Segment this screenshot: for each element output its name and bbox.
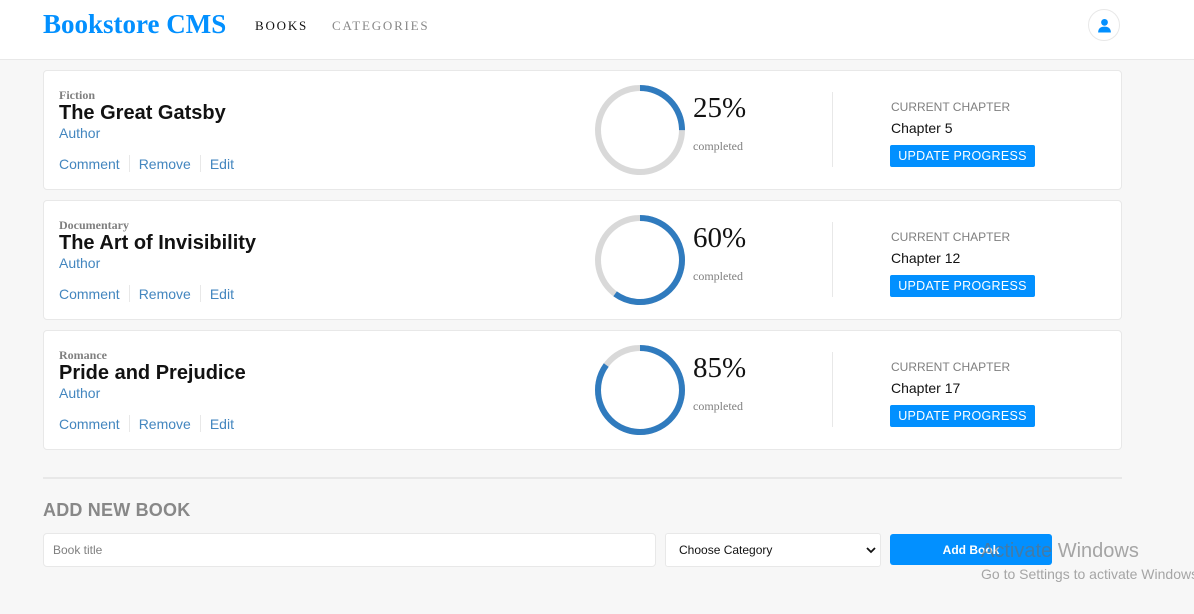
comment-button[interactable]: Comment (59, 416, 120, 432)
progress-percent: 85% (693, 352, 747, 384)
current-chapter-value: Chapter 17 (891, 380, 961, 396)
book-actions: Comment Remove Edit (59, 415, 234, 432)
category-select-value: Choose Category (679, 543, 773, 557)
book-card-pride-and-prejudice: Romance Pride and Prejudice Author Comme… (43, 330, 1122, 450)
book-actions: Comment Remove Edit (59, 155, 234, 172)
comment-button[interactable]: Comment (59, 286, 120, 302)
book-title: The Art of Invisibility (59, 232, 257, 254)
current-chapter-label: CURRENT CHAPTER (891, 100, 1011, 114)
book-title-input[interactable] (43, 533, 656, 567)
progress-completed-label: completed (693, 139, 743, 153)
remove-button[interactable]: Remove (139, 416, 191, 432)
book-category: Fiction (59, 88, 95, 102)
vertical-divider (832, 352, 833, 427)
book-author[interactable]: Author (59, 255, 100, 271)
app-logo[interactable]: Bookstore CMS (43, 9, 226, 40)
progress-ring (595, 345, 685, 435)
user-profile-button[interactable] (1088, 9, 1120, 41)
top-navbar: Bookstore CMS BOOKS CATEGORIES (0, 0, 1194, 60)
book-title: Pride and Prejudice (59, 362, 246, 384)
book-actions: Comment Remove Edit (59, 285, 234, 302)
book-title: The Great Gatsby (59, 102, 226, 124)
book-category: Romance (59, 348, 107, 362)
current-chapter-label: CURRENT CHAPTER (891, 360, 1011, 374)
remove-button[interactable]: Remove (139, 286, 191, 302)
book-category: Documentary (59, 218, 129, 232)
nav-link-books[interactable]: BOOKS (255, 18, 308, 34)
edit-button[interactable]: Edit (210, 156, 234, 172)
activate-windows-watermark: Activate Windows (981, 540, 1139, 562)
action-divider (128, 415, 130, 432)
user-icon (1098, 18, 1111, 33)
chevron-down-icon (866, 547, 876, 554)
remove-button[interactable]: Remove (139, 156, 191, 172)
progress-ring (595, 85, 685, 175)
section-divider (43, 477, 1122, 479)
current-chapter-label: CURRENT CHAPTER (891, 230, 1011, 244)
action-divider (128, 285, 130, 302)
edit-button[interactable]: Edit (210, 286, 234, 302)
vertical-divider (832, 222, 833, 297)
category-select[interactable]: Choose Category (665, 533, 881, 567)
progress-percent: 25% (693, 92, 747, 124)
progress-completed-label: completed (693, 399, 743, 413)
add-book-heading: ADD NEW BOOK (43, 500, 191, 520)
book-author[interactable]: Author (59, 385, 100, 401)
book-author[interactable]: Author (59, 125, 100, 141)
update-progress-button[interactable]: UPDATE PROGRESS (890, 145, 1035, 167)
activate-windows-hint: Go to Settings to activate Windows. (981, 566, 1194, 582)
current-chapter-value: Chapter 5 (891, 120, 953, 136)
update-progress-button[interactable]: UPDATE PROGRESS (890, 405, 1035, 427)
action-divider (199, 155, 201, 172)
nav-link-categories[interactable]: CATEGORIES (332, 18, 429, 34)
edit-button[interactable]: Edit (210, 416, 234, 432)
book-card-art-of-invisibility: Documentary The Art of Invisibility Auth… (43, 200, 1122, 320)
current-chapter-value: Chapter 12 (891, 250, 961, 266)
action-divider (199, 285, 201, 302)
progress-completed-label: completed (693, 269, 743, 283)
action-divider (128, 155, 130, 172)
update-progress-button[interactable]: UPDATE PROGRESS (890, 275, 1035, 297)
vertical-divider (832, 92, 833, 167)
progress-ring (595, 215, 685, 305)
action-divider (199, 415, 201, 432)
progress-percent: 60% (693, 222, 747, 254)
book-card-great-gatsby: Fiction The Great Gatsby Author Comment … (43, 70, 1122, 190)
comment-button[interactable]: Comment (59, 156, 120, 172)
